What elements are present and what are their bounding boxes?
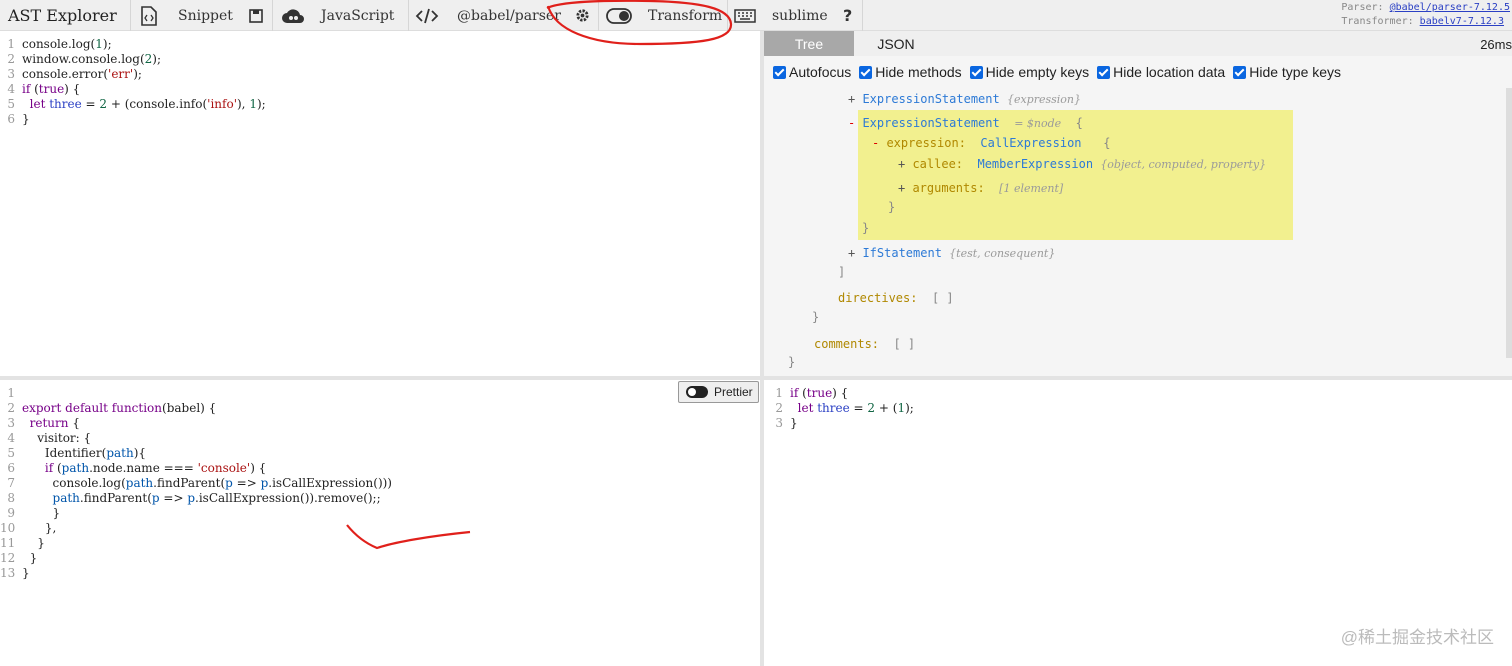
save-icon[interactable] — [248, 0, 264, 31]
option-label: Hide empty keys — [985, 64, 1090, 80]
toolbar: AST Explorer Snippet JavaScript @babel/p… — [0, 0, 1512, 31]
language-select[interactable]: JavaScript — [321, 0, 394, 31]
brace: } — [788, 355, 796, 369]
transform-editor[interactable]: 1 2 export default function(babel) { 3 re… — [0, 380, 760, 666]
bracket: ] — [838, 265, 846, 279]
help-icon[interactable]: ? — [843, 0, 852, 31]
tree-node[interactable]: + ExpressionStatement {expression} — [848, 92, 1081, 106]
checkbox[interactable] — [969, 65, 983, 79]
checkbox[interactable] — [773, 65, 786, 79]
transform-toggle[interactable]: Transform — [648, 0, 722, 31]
output-code[interactable]: 1 if (true) { 2 let three = 2 + (1); 3} — [764, 380, 1512, 431]
checkbox[interactable] — [1097, 65, 1111, 79]
prettier-button[interactable]: Prettier — [678, 381, 759, 403]
snippet-menu[interactable]: Snippet — [178, 0, 233, 31]
separator — [272, 0, 273, 31]
ast-tree[interactable]: + ExpressionStatement {expression} - Exp… — [764, 88, 1512, 376]
parse-time: 26ms — [1480, 37, 1512, 52]
checkbox[interactable] — [859, 65, 873, 79]
tab-json[interactable]: JSON — [856, 31, 936, 56]
tree-property[interactable]: directives: [ ] — [838, 291, 954, 305]
output-tabs: Tree JSON 26ms — [764, 31, 1512, 56]
hide-empty-keys-option[interactable]: Hide empty keys — [969, 64, 1090, 80]
tree-node-selected[interactable]: - ExpressionStatement = $node { — [848, 116, 1083, 130]
tree-property[interactable]: + arguments: [1 element] — [898, 181, 1063, 195]
hide-type-keys-option[interactable]: Hide type keys — [1233, 64, 1341, 80]
brace: } — [862, 221, 870, 235]
watermark: @稀土掘金技术社区 — [1340, 628, 1494, 647]
toggle-icon — [686, 386, 708, 398]
source-editor[interactable]: 1 console.log(1); 2 window.console.log(2);… — [0, 31, 760, 376]
code-icon[interactable] — [414, 0, 440, 31]
app-title: AST Explorer — [8, 6, 117, 25]
cloud-icon[interactable] — [280, 0, 306, 31]
tab-tree[interactable]: Tree — [764, 31, 854, 56]
keyboard-icon[interactable] — [733, 0, 757, 31]
option-label: Hide methods — [875, 64, 962, 80]
prettier-label: Prettier — [714, 385, 753, 399]
keymap-select[interactable]: sublime — [772, 0, 828, 31]
brace: } — [888, 200, 896, 214]
version-info: Parser: @babel/parser-7.12.5 Transformer… — [1341, 1, 1510, 29]
source-code[interactable]: 1 console.log(1); 2 window.console.log(2);… — [0, 31, 760, 127]
transformer-version-link[interactable]: babelv7-7.12.3 — [1420, 16, 1504, 27]
tree-property[interactable]: + callee: MemberExpression {object, comp… — [898, 157, 1266, 171]
tree-node[interactable]: + IfStatement {test, consequent} — [848, 246, 1055, 260]
gear-icon[interactable] — [573, 0, 591, 31]
brace: } — [812, 310, 820, 324]
autofocus-option[interactable]: Autofocus — [773, 64, 851, 80]
separator — [598, 0, 599, 31]
horizontal-splitter[interactable] — [0, 376, 1512, 380]
separator — [130, 0, 131, 31]
tree-property[interactable]: comments: [ ] — [814, 337, 915, 351]
parser-version-link[interactable]: @babel/parser-7.12.5 — [1390, 2, 1510, 13]
option-label: Hide location data — [1113, 64, 1226, 80]
separator — [862, 0, 863, 31]
scrollbar[interactable] — [1506, 88, 1512, 358]
separator — [727, 0, 728, 31]
hide-location-data-option[interactable]: Hide location data — [1097, 64, 1225, 80]
parser-label: Parser: — [1341, 2, 1384, 13]
parser-select[interactable]: @babel/parser — [457, 0, 561, 31]
transform-code[interactable]: 1 2 export default function(babel) { 3 re… — [0, 380, 760, 581]
tree-options: Autofocus Hide methods Hide empty keys H… — [764, 56, 1512, 88]
snippet-icon[interactable] — [138, 0, 160, 31]
option-label: Hide type keys — [1249, 64, 1342, 80]
option-label: Autofocus — [789, 64, 852, 80]
tree-property[interactable]: - expression: CallExpression { — [872, 136, 1110, 150]
transformer-label: Transformer: — [1341, 16, 1414, 27]
toggle-icon[interactable] — [605, 0, 633, 31]
hide-methods-option[interactable]: Hide methods — [859, 64, 962, 80]
checkbox[interactable] — [1233, 65, 1247, 79]
separator — [408, 0, 409, 31]
